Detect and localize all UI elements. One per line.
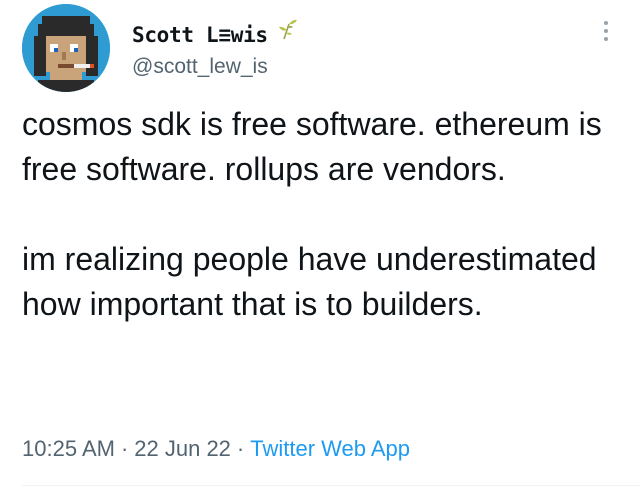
- tweet-date[interactable]: 22 Jun 22: [134, 436, 231, 461]
- tweet-time[interactable]: 10:25 AM: [22, 436, 115, 461]
- tweet-text: cosmos sdk is free software. ethereum is…: [22, 102, 622, 327]
- tweet-paragraph: cosmos sdk is free software. ethereum is…: [22, 106, 602, 187]
- user-handle[interactable]: @scott_lew_is: [132, 55, 298, 79]
- more-options-button[interactable]: [596, 14, 616, 48]
- divider: [22, 485, 640, 486]
- author-info: Scott L≡wis @scott_lew_is: [132, 18, 298, 79]
- pixel-portrait-icon: [22, 4, 110, 92]
- more-vertical-icon-dot: [604, 37, 608, 41]
- display-name[interactable]: Scott L≡wis: [132, 20, 268, 50]
- tweet-metadata: 10:25 AM · 22 Jun 22 · Twitter Web App: [22, 436, 410, 462]
- tweet-card: Scott L≡wis @scott_lew_is cosmos sdk is …: [0, 0, 640, 488]
- more-vertical-icon-dot: [604, 29, 608, 33]
- separator: ·: [236, 436, 245, 461]
- sprout-icon: [278, 18, 298, 51]
- name-row: Scott L≡wis: [132, 18, 298, 48]
- more-vertical-icon: [604, 21, 608, 25]
- tweet-source-link[interactable]: Twitter Web App: [250, 436, 410, 461]
- avatar[interactable]: [22, 4, 110, 92]
- tweet-paragraph: im realizing people have underestimated …: [22, 241, 597, 322]
- separator: ·: [120, 436, 129, 461]
